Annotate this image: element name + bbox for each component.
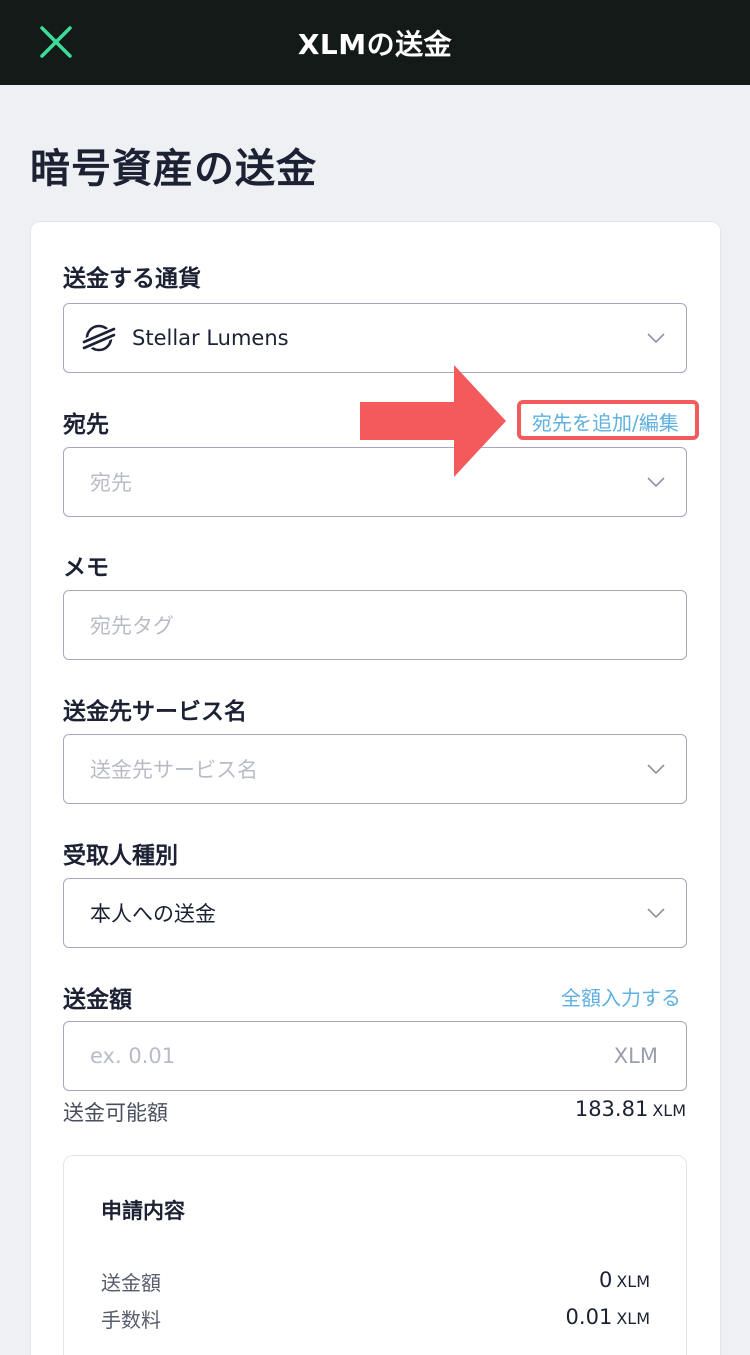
currency-value: Stellar Lumens bbox=[132, 326, 289, 350]
header-title: XLMの送金 bbox=[297, 27, 453, 61]
fill-all-link[interactable]: 全額入力する bbox=[561, 982, 681, 1011]
currency-label: 送金する通貨 bbox=[63, 266, 201, 292]
recipient-type-label: 受取人種別 bbox=[63, 843, 178, 869]
service-select[interactable]: 送金先サービス名 bbox=[63, 734, 687, 804]
close-icon[interactable] bbox=[36, 22, 76, 62]
top-bar: XLMの送金 bbox=[0, 0, 750, 85]
stellar-logo-icon bbox=[82, 324, 116, 352]
memo-input[interactable]: 宛先タグ bbox=[63, 590, 687, 660]
chevron-down-icon bbox=[647, 764, 665, 775]
summary-amount-number: 0 bbox=[598, 1268, 613, 1292]
summary-fee-unit: XLM bbox=[616, 1309, 650, 1328]
amount-unit: XLM bbox=[613, 1044, 658, 1068]
service-label: 送金先サービス名 bbox=[63, 699, 247, 725]
page-title: 暗号資産の送金 bbox=[30, 146, 317, 192]
chevron-down-icon bbox=[647, 477, 665, 488]
summary-fee-number: 0.01 bbox=[565, 1305, 613, 1329]
available-label: 送金可能額 bbox=[63, 1101, 168, 1125]
amount-label: 送金額 bbox=[63, 987, 132, 1013]
chevron-down-icon bbox=[647, 908, 665, 919]
summary-amount-value: 0 XLM bbox=[599, 1268, 650, 1292]
recipient-type-value: 本人への送金 bbox=[90, 902, 216, 926]
available-unit: XLM bbox=[652, 1101, 686, 1120]
memo-placeholder: 宛先タグ bbox=[90, 614, 174, 638]
annotation-arrow-icon bbox=[360, 365, 506, 477]
destination-label: 宛先 bbox=[63, 412, 109, 438]
currency-select[interactable]: Stellar Lumens bbox=[63, 303, 687, 373]
annotation-highlight bbox=[517, 400, 699, 440]
summary-title: 申請内容 bbox=[101, 1199, 185, 1223]
amount-input[interactable]: ex. 0.01 XLM bbox=[63, 1021, 687, 1091]
summary-fee-value: 0.01 XLM bbox=[566, 1305, 650, 1329]
destination-placeholder: 宛先 bbox=[90, 471, 132, 495]
service-placeholder: 送金先サービス名 bbox=[90, 758, 258, 782]
summary-fee-label: 手数料 bbox=[101, 1308, 161, 1332]
available-amount: 183.81 XLM bbox=[575, 1097, 686, 1121]
amount-placeholder: ex. 0.01 bbox=[90, 1044, 176, 1068]
available-value: 183.81 bbox=[574, 1097, 649, 1121]
chevron-down-icon bbox=[647, 333, 665, 344]
summary-card: 申請内容 送金額 0 XLM 手数料 0.01 XLM bbox=[63, 1155, 687, 1355]
memo-label: メモ bbox=[63, 555, 109, 581]
recipient-type-select[interactable]: 本人への送金 bbox=[63, 878, 687, 948]
summary-amount-label: 送金額 bbox=[101, 1271, 161, 1295]
summary-amount-unit: XLM bbox=[616, 1272, 650, 1291]
